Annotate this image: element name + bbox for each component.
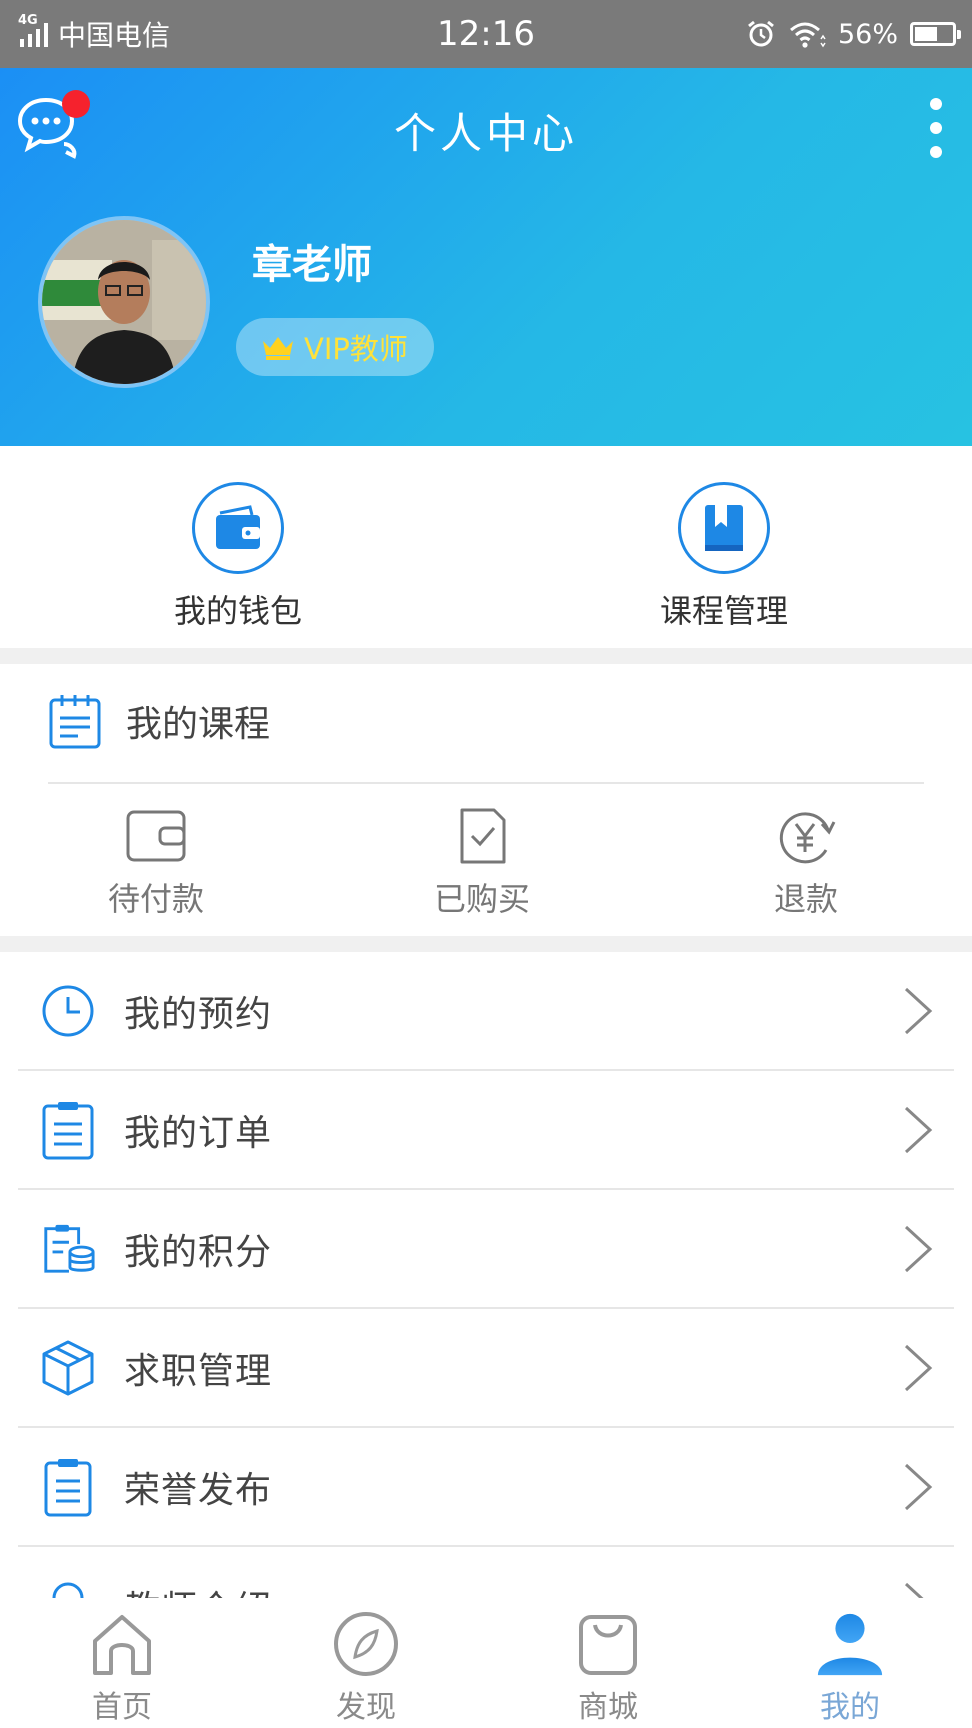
menu-item-job-management[interactable]: 求职管理 — [18, 1309, 954, 1428]
my-courses-title: 我的课程 — [126, 704, 271, 745]
alarm-icon — [748, 20, 774, 47]
profile-header: 个人中心 章老师 VIP教师 — [0, 68, 972, 446]
wallet-outline-icon — [126, 810, 186, 862]
menu-item-label: 我的预约 — [124, 993, 273, 1035]
person-icon — [40, 1578, 96, 1598]
chevron-right-icon — [904, 1463, 933, 1510]
clipboard-list-icon — [40, 1101, 96, 1159]
battery-icon — [910, 22, 961, 46]
wifi-icon — [790, 22, 826, 48]
vip-badge: VIP教师 — [236, 318, 434, 376]
tab-mine[interactable]: 我的 — [780, 1608, 920, 1726]
pending-payment-button[interactable]: 待付款 — [76, 806, 236, 920]
purchased-button[interactable]: 已购买 — [402, 806, 562, 920]
menu-item-orders[interactable]: 我的订单 — [18, 1071, 954, 1190]
refund-label: 退款 — [773, 880, 838, 918]
course-management-button[interactable]: 课程管理 — [614, 482, 834, 632]
my-courses-card: 我的课程 待付款 已购买 退款 — [0, 664, 972, 936]
menu-item-label: 我的订单 — [124, 1112, 273, 1154]
menu-item-label: 教师介绍 — [124, 1580, 272, 1599]
purchased-label: 已购买 — [433, 880, 530, 918]
check-doc-icon — [460, 808, 506, 864]
chevron-right-icon — [904, 1106, 933, 1153]
menu-item-label: 我的积分 — [124, 1231, 273, 1273]
more-menu-button[interactable] — [928, 98, 944, 158]
bottom-tab-bar: 首页 发现 商城 我的 — [0, 1598, 972, 1728]
user-name: 章老师 — [252, 242, 372, 288]
more-dot-icon — [930, 122, 942, 134]
chevron-right-icon — [904, 1582, 925, 1598]
menu-list: 我的预约 我的订单 我的积分 求职管理 荣誉发布 — [0, 952, 972, 1598]
status-left: 4G 中国电信 — [18, 13, 171, 54]
clock-icon — [40, 983, 96, 1039]
signal-icon: 4G — [18, 13, 48, 47]
battery-percent: 56% — [837, 18, 898, 50]
status-right: 56% — [746, 14, 961, 54]
home-icon — [86, 1608, 158, 1680]
divider — [48, 782, 924, 784]
tab-label: 发现 — [336, 1690, 396, 1725]
cube-icon — [40, 1340, 96, 1396]
refund-button[interactable]: 退款 — [726, 806, 886, 920]
menu-item-honor-release[interactable]: 荣誉发布 — [18, 1428, 954, 1547]
bag-icon — [572, 1608, 644, 1680]
menu-item-points[interactable]: 我的积分 — [18, 1190, 954, 1309]
refund-yen-icon — [779, 812, 836, 864]
tab-label: 首页 — [92, 1690, 152, 1725]
chevron-right-icon — [904, 1344, 933, 1391]
page-title: 个人中心 — [393, 109, 578, 158]
avatar[interactable] — [38, 216, 210, 388]
more-dot-icon — [930, 98, 942, 110]
compass-icon — [330, 1608, 402, 1680]
course-management-label: 课程管理 — [659, 592, 788, 630]
menu-item-appointments[interactable]: 我的预约 — [18, 952, 954, 1071]
clipboard-icon — [40, 1458, 96, 1516]
calendar-icon — [49, 695, 101, 749]
network-type: 4G — [18, 13, 38, 28]
wallet-icon — [192, 482, 284, 574]
chevron-right-icon — [904, 987, 933, 1034]
user-icon — [814, 1608, 886, 1680]
menu-item-teacher-intro[interactable]: 教师介绍 — [18, 1547, 954, 1598]
chevron-right-icon — [904, 1225, 933, 1272]
tab-home[interactable]: 首页 — [52, 1608, 192, 1726]
wallet-button[interactable]: 我的钱包 — [128, 482, 348, 632]
menu-item-label: 求职管理 — [124, 1350, 273, 1392]
wallet-label: 我的钱包 — [173, 592, 302, 630]
book-icon — [678, 482, 770, 574]
tab-mall[interactable]: 商城 — [538, 1608, 678, 1726]
more-dot-icon — [930, 146, 942, 158]
carrier-name: 中国电信 — [58, 19, 171, 52]
crown-icon — [263, 337, 293, 360]
coins-icon — [40, 1221, 96, 1277]
vip-label: VIP教师 — [304, 332, 408, 366]
my-courses-header[interactable]: 我的课程 — [48, 692, 270, 750]
tab-label: 商城 — [578, 1690, 638, 1725]
pending-payment-label: 待付款 — [107, 880, 204, 918]
tab-discover[interactable]: 发现 — [296, 1608, 436, 1726]
status-bar: 4G 中国电信 12:16 56% — [0, 0, 972, 68]
menu-item-label: 荣誉发布 — [124, 1469, 273, 1511]
tab-label: 我的 — [820, 1690, 880, 1725]
avatar-photo — [42, 220, 206, 384]
quick-actions: 我的钱包 课程管理 — [0, 446, 972, 648]
